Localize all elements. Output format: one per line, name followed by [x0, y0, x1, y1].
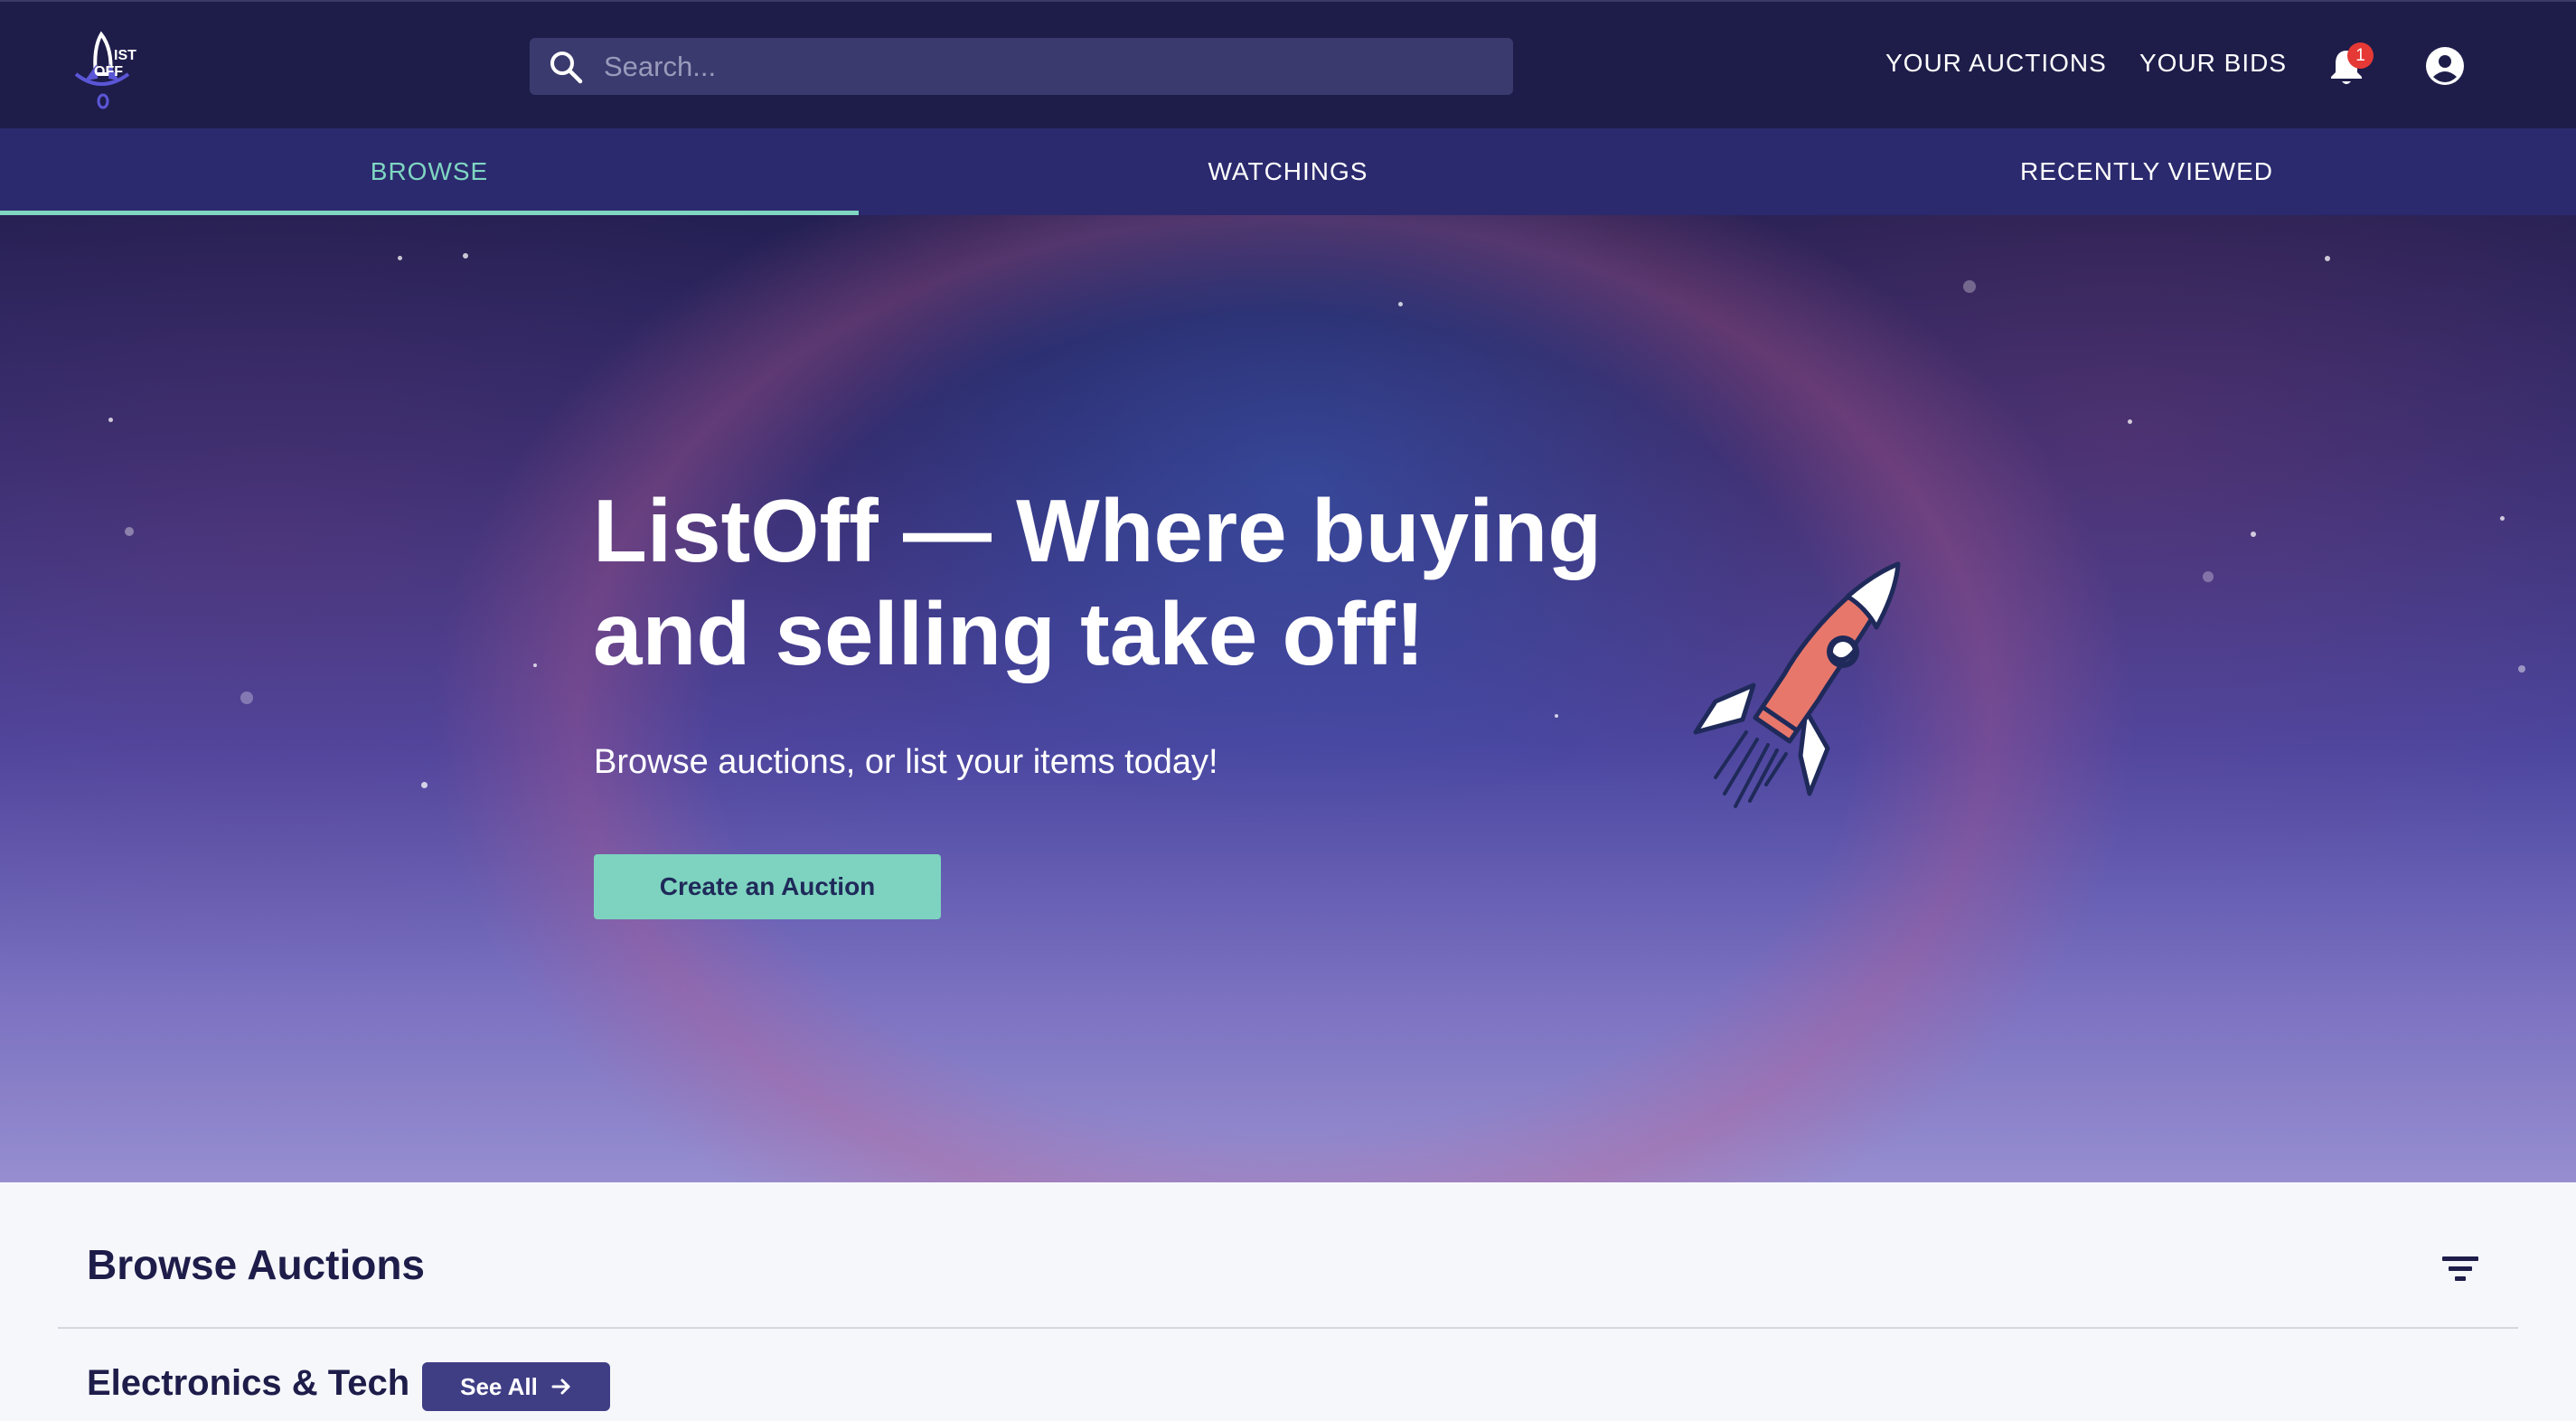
- star: [240, 692, 253, 704]
- tab-recently-viewed[interactable]: RECENTLY VIEWED: [1717, 128, 2576, 215]
- search-icon: [550, 52, 583, 84]
- rocket-logo-icon: IST OFF: [74, 31, 136, 109]
- hero-banner: ListOff — Where buying and selling take …: [0, 215, 2576, 1182]
- star: [533, 663, 537, 667]
- star: [2203, 571, 2214, 582]
- nav-your-bids[interactable]: YOUR BIDS: [2139, 49, 2287, 78]
- star: [398, 256, 402, 260]
- arrow-right-icon: [551, 1379, 570, 1395]
- svg-text:IST: IST: [114, 48, 136, 63]
- star: [421, 782, 428, 788]
- search-bar[interactable]: [530, 38, 1513, 95]
- notification-badge: 1: [2347, 42, 2374, 69]
- star: [1398, 302, 1403, 306]
- star: [2500, 516, 2505, 521]
- hero-title: ListOff — Where buying and selling take …: [593, 481, 1603, 683]
- tab-browse[interactable]: BROWSE: [0, 128, 859, 215]
- see-all-label: See All: [460, 1372, 538, 1400]
- create-auction-button[interactable]: Create an Auction: [594, 854, 941, 919]
- svg-text:OFF: OFF: [94, 64, 123, 80]
- star: [2251, 532, 2256, 537]
- star: [2128, 419, 2132, 424]
- see-all-button[interactable]: See All: [422, 1362, 610, 1411]
- star: [2325, 256, 2330, 261]
- browse-auctions-title: Browse Auctions: [87, 1241, 426, 1288]
- star: [1963, 280, 1976, 293]
- star: [108, 418, 113, 422]
- nav-your-auctions[interactable]: YOUR AUCTIONS: [1885, 49, 2107, 78]
- rocket-icon: [1693, 561, 1901, 808]
- listoff-logo[interactable]: IST OFF: [69, 29, 159, 114]
- filter-icon[interactable]: [2440, 1251, 2480, 1287]
- star: [463, 253, 468, 259]
- search-input[interactable]: [602, 38, 1488, 95]
- tab-bar: BROWSE WATCHINGS RECENTLY VIEWED: [0, 128, 2576, 215]
- section-divider: [58, 1327, 2518, 1329]
- category-title-electronics: Electronics & Tech: [87, 1363, 410, 1403]
- rocket-exhaust: [1714, 730, 1788, 808]
- hero-subtitle: Browse auctions, or list your items toda…: [594, 743, 1218, 781]
- top-app-bar: IST OFF YOUR AUCTIONS YOUR BIDS 1: [0, 0, 2576, 128]
- star: [2518, 665, 2525, 673]
- account-circle-icon[interactable]: [2424, 45, 2466, 87]
- star: [1555, 714, 1558, 718]
- tab-watchings[interactable]: WATCHINGS: [859, 128, 1717, 215]
- star: [125, 527, 134, 536]
